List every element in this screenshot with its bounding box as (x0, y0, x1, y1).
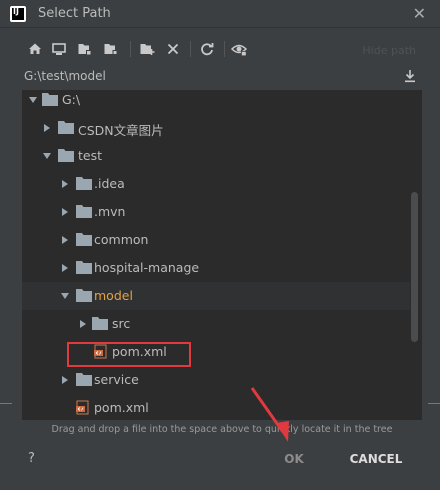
folder-icon (42, 93, 58, 106)
tree-item-label: .idea (94, 176, 125, 191)
folder-icon (92, 317, 108, 330)
file-tree[interactable]: G:\ CSDN文章图片 test .idea .mvn common hosp… (22, 90, 422, 420)
hide-path-link[interactable]: Hide path (362, 44, 416, 57)
help-button[interactable]: ? (28, 451, 35, 466)
collapsed-arrow-icon[interactable] (60, 263, 70, 273)
scrollbar-thumb[interactable] (411, 192, 418, 342)
folder-icon (76, 233, 92, 246)
folder-icon (58, 121, 74, 134)
tree-item-folder[interactable]: src (22, 310, 410, 338)
collapsed-arrow-icon[interactable] (60, 179, 70, 189)
tree-item-folder[interactable]: common (22, 226, 410, 254)
window-title: Select Path (38, 6, 111, 21)
ok-button[interactable]: OK (270, 446, 318, 472)
download-icon[interactable] (402, 68, 418, 84)
tree-item-label: test (78, 148, 103, 163)
annotation-highlight-box (67, 342, 191, 367)
folder-icon (58, 149, 74, 162)
tree-item-label: hospital-manage (94, 260, 200, 275)
path-field[interactable]: G:\test\model (22, 64, 422, 88)
tree-item-folder[interactable]: .mvn (22, 198, 410, 226)
new-folder-icon[interactable] (138, 40, 156, 58)
tree-item-folder[interactable]: service (22, 366, 410, 394)
intellij-logo-icon (10, 6, 26, 22)
tree-item-folder[interactable]: test (22, 142, 410, 170)
path-input[interactable]: G:\test\model (24, 69, 106, 83)
tree-item-file[interactable]: pom.xml (22, 394, 410, 420)
background-edge (428, 403, 440, 404)
tree-item-drive-g[interactable]: G:\ (22, 90, 410, 114)
tree-item-label: .mvn (94, 204, 126, 219)
collapsed-arrow-icon[interactable] (60, 207, 70, 217)
toolbar-separator (224, 41, 225, 57)
tree-item-label: model (94, 288, 133, 303)
toolbar-separator (190, 41, 191, 57)
tree-item-label: src (112, 316, 131, 331)
tree-item-label: common (94, 232, 149, 247)
refresh-icon[interactable] (198, 40, 216, 58)
folder-icon (76, 289, 92, 302)
tree-item-folder-selected[interactable]: model (22, 282, 410, 310)
title-bar: Select Path ✕ (0, 0, 440, 28)
folder-icon (76, 373, 92, 386)
expanded-arrow-icon[interactable] (28, 95, 38, 105)
tree-item-folder[interactable]: CSDN文章图片 (22, 114, 410, 142)
drag-drop-hint: Drag and drop a file into the space abov… (51, 424, 393, 435)
folder-icon (76, 261, 92, 274)
expanded-arrow-icon[interactable] (60, 291, 70, 301)
delete-icon[interactable] (164, 40, 182, 58)
show-hidden-icon[interactable] (230, 40, 248, 58)
cancel-button[interactable]: CANCEL (343, 446, 409, 472)
folder-icon (76, 177, 92, 190)
collapsed-arrow-icon[interactable] (78, 319, 88, 329)
tree-item-label: CSDN文章图片 (78, 123, 164, 138)
background-edge (0, 403, 12, 404)
close-icon[interactable]: ✕ (413, 4, 426, 23)
folder-icon (76, 205, 92, 218)
xml-file-icon (76, 400, 89, 415)
module-folder-icon[interactable] (102, 40, 120, 58)
project-folder-icon[interactable] (76, 40, 94, 58)
collapsed-arrow-icon[interactable] (42, 123, 52, 133)
toolbar-separator (130, 41, 131, 57)
expanded-arrow-icon[interactable] (42, 151, 52, 161)
tree-item-label: G:\ (62, 92, 81, 107)
tree-scrollbar[interactable] (411, 96, 418, 396)
collapsed-arrow-icon[interactable] (60, 375, 70, 385)
tree-item-label: pom.xml (94, 400, 149, 415)
tree-item-folder[interactable]: .idea (22, 170, 410, 198)
desktop-icon[interactable] (50, 40, 68, 58)
tree-item-folder[interactable]: hospital-manage (22, 254, 410, 282)
tree-item-label: service (94, 372, 139, 387)
home-icon[interactable] (26, 40, 44, 58)
toolbar: Hide path (22, 36, 422, 64)
collapsed-arrow-icon[interactable] (60, 235, 70, 245)
